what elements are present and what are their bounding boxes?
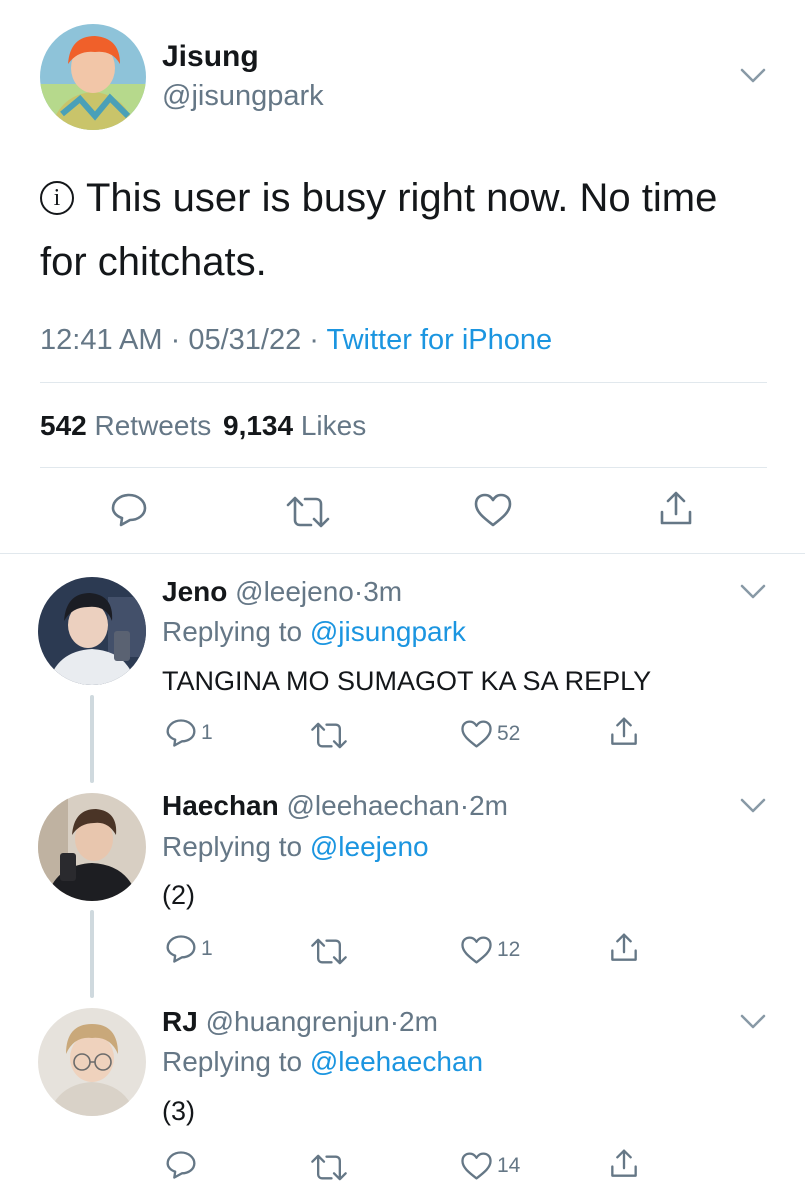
share-button[interactable] bbox=[609, 1148, 639, 1180]
reply-age: 2m bbox=[469, 790, 508, 821]
reply-count: 1 bbox=[201, 721, 213, 744]
meta-separator: · bbox=[309, 324, 319, 356]
like-count: 14 bbox=[497, 1154, 521, 1177]
reply-icon bbox=[166, 719, 196, 747]
like-icon bbox=[461, 936, 492, 964]
reply-author-handle[interactable]: @leejeno bbox=[235, 576, 354, 607]
reply-age: 3m bbox=[363, 576, 403, 607]
like-icon bbox=[461, 1152, 492, 1180]
avatar-jeno[interactable] bbox=[38, 577, 146, 685]
meta-separator: · bbox=[353, 576, 364, 607]
like-button[interactable] bbox=[473, 492, 513, 528]
share-icon bbox=[611, 1149, 637, 1177]
reply-author-name[interactable]: Jeno bbox=[162, 576, 227, 607]
retweet-button[interactable] bbox=[309, 1154, 349, 1181]
tweet-source-link[interactable]: Twitter for iPhone bbox=[327, 324, 553, 356]
replying-to-link[interactable]: @leehaechan bbox=[310, 1046, 483, 1077]
replying-prefix: Replying to bbox=[162, 831, 303, 862]
like-button[interactable]: 52 bbox=[460, 719, 520, 749]
like-count: 52 bbox=[497, 722, 521, 745]
likes-stat[interactable]: 9,134 Likes bbox=[223, 410, 366, 441]
reply-button[interactable] bbox=[110, 492, 148, 528]
retweet-icon bbox=[311, 1154, 347, 1181]
retweet-button[interactable] bbox=[309, 938, 349, 965]
tweet-text-line2: for chitchats. bbox=[40, 240, 267, 284]
section-divider bbox=[0, 553, 805, 554]
engagement-stats: 542 Retweets 9,134 Likes bbox=[40, 410, 366, 442]
share-button[interactable] bbox=[658, 490, 694, 528]
avatar-haechan[interactable] bbox=[38, 793, 146, 901]
retweet-icon bbox=[286, 496, 330, 528]
reply-author-handle[interactable]: @leehaechan bbox=[287, 790, 460, 821]
replying-prefix: Replying to bbox=[162, 616, 303, 647]
like-count: 12 bbox=[497, 938, 521, 961]
reply-header: Jeno @leejeno·3m bbox=[162, 576, 402, 608]
thread-line bbox=[90, 695, 94, 783]
meta-separator: · bbox=[170, 324, 181, 356]
likes-label: Likes bbox=[300, 410, 367, 441]
caret-down-icon[interactable] bbox=[739, 583, 767, 601]
replying-to: Replying to @jisungpark bbox=[162, 616, 466, 648]
reply-header: Haechan @leehaechan·2m bbox=[162, 790, 508, 822]
caret-down-icon[interactable] bbox=[739, 1013, 767, 1031]
info-glyph: i bbox=[53, 185, 61, 211]
share-button[interactable] bbox=[609, 716, 639, 748]
tweet-meta: 12:41 AM · 05/31/22 · Twitter for iPhone bbox=[40, 324, 552, 357]
like-icon bbox=[461, 720, 492, 748]
divider bbox=[40, 467, 767, 468]
info-icon: i bbox=[40, 181, 74, 215]
share-icon bbox=[660, 491, 692, 525]
replying-to: Replying to @leejeno bbox=[162, 831, 429, 863]
thread-line bbox=[90, 910, 94, 998]
tweet-date: 05/31/22 bbox=[188, 324, 302, 356]
reply-text: (2) bbox=[162, 880, 195, 910]
reply-button[interactable]: 1 bbox=[165, 934, 213, 964]
reply-text: TANGINA MO SUMAGOT KA SA REPLY bbox=[162, 666, 652, 696]
tweet-time: 12:41 AM bbox=[40, 324, 163, 356]
avatar-jisung[interactable] bbox=[40, 24, 146, 130]
reply-icon bbox=[111, 493, 147, 527]
divider bbox=[40, 382, 767, 383]
retweets-stat[interactable]: 542 Retweets bbox=[40, 410, 219, 441]
meta-separator: · bbox=[459, 790, 470, 821]
replying-to-link[interactable]: @leejeno bbox=[310, 831, 429, 862]
retweets-label: Retweets bbox=[94, 410, 212, 441]
replying-prefix: Replying to bbox=[162, 1046, 303, 1077]
author-handle[interactable]: @jisungpark bbox=[162, 80, 324, 113]
retweets-count: 542 bbox=[40, 410, 87, 441]
share-icon bbox=[611, 933, 637, 961]
reply-age: 2m bbox=[399, 1006, 438, 1037]
reply-text: (3) bbox=[162, 1096, 195, 1126]
caret-down-icon[interactable] bbox=[739, 67, 767, 85]
reply-icon bbox=[166, 1151, 196, 1179]
author-name[interactable]: Jisung bbox=[162, 40, 259, 74]
share-icon bbox=[611, 717, 637, 745]
retweet-button[interactable] bbox=[309, 722, 349, 749]
likes-count: 9,134 bbox=[223, 410, 294, 441]
share-button[interactable] bbox=[609, 932, 639, 964]
reply-author-handle[interactable]: @huangrenjun bbox=[206, 1006, 390, 1037]
like-button[interactable]: 12 bbox=[460, 935, 520, 965]
avatar-rj[interactable] bbox=[38, 1008, 146, 1116]
like-button[interactable]: 14 bbox=[460, 1151, 520, 1181]
reply-button[interactable] bbox=[165, 1150, 201, 1180]
like-icon bbox=[474, 493, 512, 527]
reply-count: 1 bbox=[201, 937, 213, 960]
reply-author-name[interactable]: RJ bbox=[162, 1006, 198, 1037]
tweet-text-line1: This user is busy right now. No time bbox=[86, 176, 718, 220]
reply-icon bbox=[166, 935, 196, 963]
retweet-button[interactable] bbox=[284, 496, 332, 528]
tweet-text: i This user is busy right now. No time f… bbox=[40, 166, 780, 294]
meta-separator: · bbox=[389, 1006, 400, 1037]
reply-button[interactable]: 1 bbox=[165, 718, 213, 748]
reply-author-name[interactable]: Haechan bbox=[162, 790, 279, 821]
reply-header: RJ @huangrenjun·2m bbox=[162, 1006, 438, 1038]
replying-to: Replying to @leehaechan bbox=[162, 1046, 483, 1078]
retweet-icon bbox=[311, 722, 347, 749]
caret-down-icon[interactable] bbox=[739, 797, 767, 815]
replying-to-link[interactable]: @jisungpark bbox=[310, 616, 466, 647]
retweet-icon bbox=[311, 938, 347, 965]
